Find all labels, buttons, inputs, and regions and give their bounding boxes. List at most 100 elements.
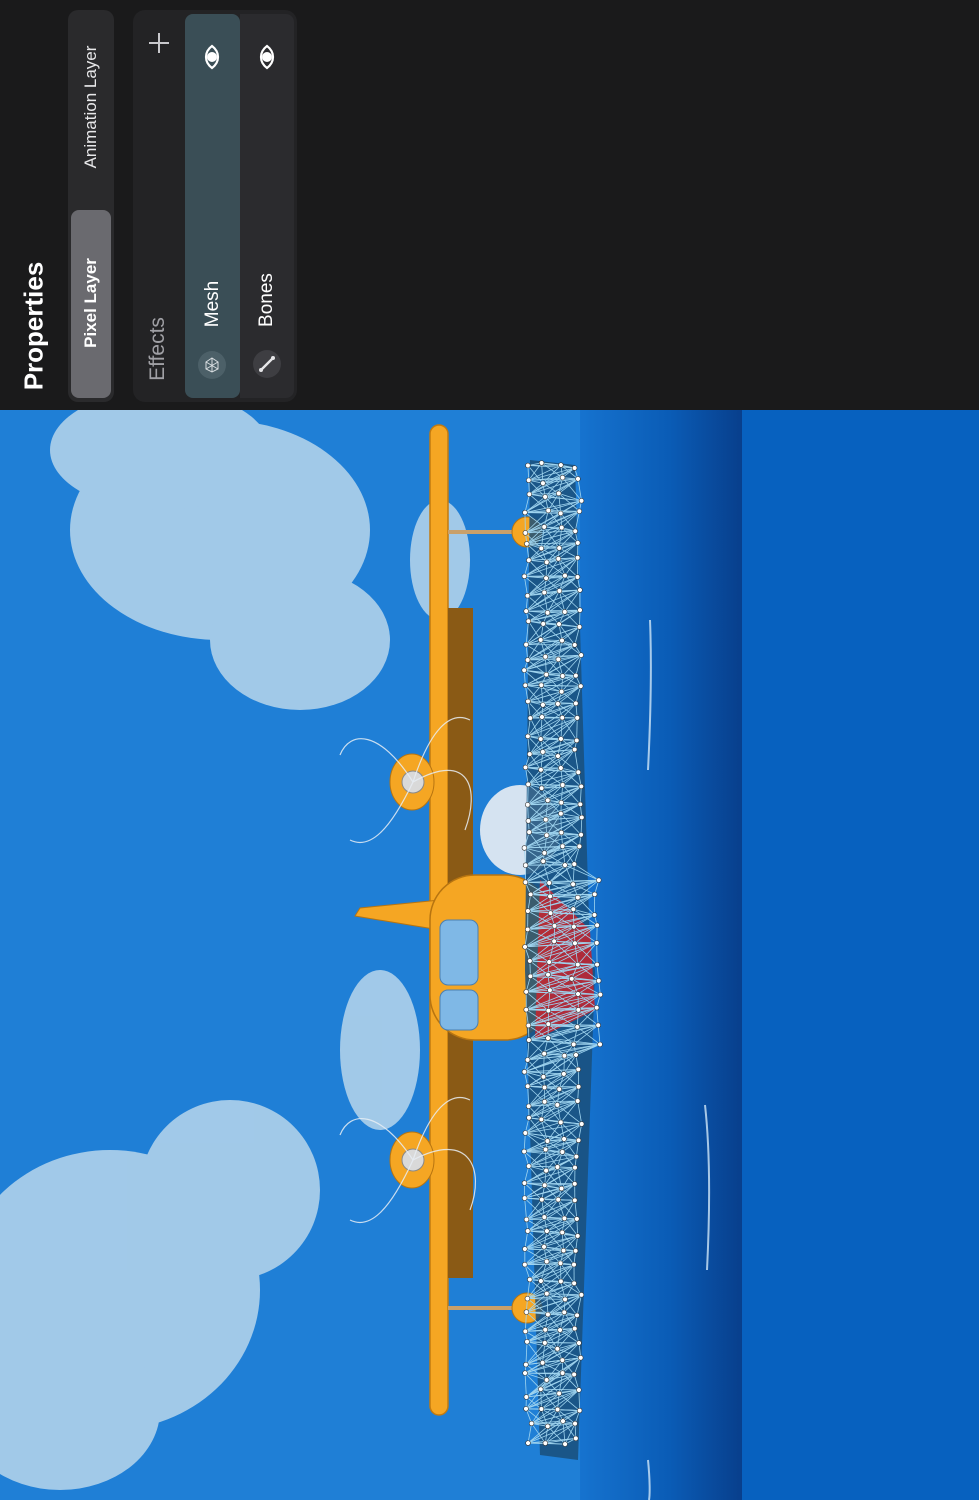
mesh-vertex: [557, 1327, 563, 1333]
visibility-eye-icon-bones[interactable]: [253, 43, 281, 71]
mesh-vertex: [558, 1185, 565, 1192]
mesh-vertex: [538, 1278, 544, 1284]
mesh-vertex: [559, 637, 565, 644]
effect-row-mesh[interactable]: [185, 14, 240, 398]
mesh-vertex: [522, 1328, 529, 1335]
mesh-vertex: [561, 1215, 568, 1222]
mesh-vertex: [524, 541, 530, 547]
mesh-vertex: [591, 912, 598, 918]
mesh-vertex: [547, 987, 553, 993]
mesh-vertex: [597, 991, 604, 998]
mesh-vertex: [522, 944, 528, 950]
mesh-vertex: [541, 524, 547, 530]
effect-row-bones[interactable]: [240, 14, 294, 398]
mesh-vertex: [527, 958, 533, 964]
mesh-vertex: [541, 1050, 547, 1057]
mesh-vertex: [570, 881, 576, 887]
mesh-vertex: [542, 1146, 549, 1153]
mesh-vertex: [546, 880, 552, 886]
mesh-vertex: [526, 491, 533, 497]
mesh-vertex: [521, 1148, 527, 1155]
mesh-vertex: [545, 1035, 551, 1041]
mesh-vertex: [596, 978, 602, 984]
mesh-vertex: [526, 477, 532, 483]
mesh-vertex: [544, 1228, 550, 1234]
mesh-vertex: [578, 652, 584, 658]
mesh-vertex: [542, 1440, 549, 1446]
mesh-vertex: [525, 618, 532, 624]
mesh-vertex: [526, 1115, 532, 1121]
mesh-vertex: [562, 1296, 568, 1303]
mesh-vertex: [579, 814, 585, 821]
mesh-vertex: [594, 961, 600, 968]
mesh-vertex: [556, 621, 562, 627]
mesh-vertex: [556, 1086, 562, 1092]
mesh-vertex: [556, 490, 562, 497]
effect-mesh-label: Mesh: [202, 280, 223, 328]
mesh-vertex: [547, 910, 554, 916]
mesh-vertex: [523, 1394, 530, 1400]
mesh-vertex: [545, 1423, 551, 1430]
mesh-vertex: [541, 1182, 548, 1188]
mesh-vertex: [527, 1276, 533, 1283]
mesh-vertex: [559, 1370, 566, 1376]
mesh-vertex: [545, 797, 551, 804]
mesh-vertex: [521, 573, 528, 579]
mesh-vertex: [551, 923, 558, 929]
mesh-vertex: [523, 641, 529, 648]
mesh-vertex: [556, 1390, 562, 1397]
mesh-vertex: [560, 1418, 566, 1424]
mesh-vertex: [576, 1340, 582, 1346]
mesh-vertex: [572, 528, 578, 534]
mesh-vertex: [570, 906, 577, 912]
mesh-vertex: [523, 608, 529, 614]
drawing-canvas[interactable]: [0, 410, 979, 1500]
mesh-vertex: [522, 509, 528, 516]
mesh-vertex: [540, 749, 546, 755]
plus-icon[interactable]: [146, 30, 172, 56]
visibility-eye-icon-mesh[interactable]: [198, 43, 226, 71]
bone-icon: [253, 350, 281, 378]
mesh-edge: [545, 1149, 547, 1171]
mesh-vertex: [578, 1292, 585, 1298]
mesh-vertex: [541, 1214, 548, 1220]
mesh-vertex: [572, 1197, 578, 1204]
side-window: [439, 989, 479, 1031]
mesh-vertex: [574, 1233, 581, 1239]
mesh-vertex: [575, 991, 581, 997]
mesh-vertex: [578, 783, 584, 790]
mesh-vertex: [573, 1153, 580, 1160]
mesh-vertex: [544, 1138, 551, 1144]
mesh-vertex: [572, 1181, 578, 1187]
mesh-vertex: [571, 465, 578, 471]
mesh-vertex: [559, 1229, 565, 1236]
mesh-vertex: [558, 462, 564, 468]
mesh-vertex: [562, 1441, 568, 1447]
mesh-vertex: [596, 877, 602, 883]
mesh-vertex: [576, 624, 583, 630]
mesh-vertex: [525, 781, 531, 788]
mesh-vertex: [522, 530, 529, 536]
mesh-vertex: [574, 574, 581, 580]
segment-pixel-layer[interactable]: Pixel Layer: [81, 258, 101, 348]
mesh-vertex: [543, 832, 550, 838]
segment-animation-layer[interactable]: Animation Layer: [81, 46, 101, 169]
mesh-vertex: [523, 1361, 529, 1368]
mesh-vertex: [572, 1420, 578, 1427]
mesh-vertex: [559, 782, 566, 788]
mesh-vertex: [522, 764, 529, 771]
mesh-vertex: [538, 682, 545, 688]
mesh-vertex: [575, 769, 582, 775]
mesh-vertex: [545, 1311, 551, 1318]
mesh-vertex: [525, 462, 531, 469]
mesh-vertex: [572, 1164, 578, 1171]
mesh-vertex: [554, 1102, 561, 1108]
mesh-vertex: [523, 1406, 529, 1412]
mesh-vertex: [526, 1163, 532, 1169]
mesh-vertex: [575, 894, 581, 901]
mesh-vertex: [525, 1022, 532, 1029]
mesh-vertex: [574, 555, 581, 561]
mesh-vertex: [524, 926, 531, 933]
mesh-vertex: [542, 654, 549, 660]
mesh-vertex: [524, 1295, 531, 1302]
